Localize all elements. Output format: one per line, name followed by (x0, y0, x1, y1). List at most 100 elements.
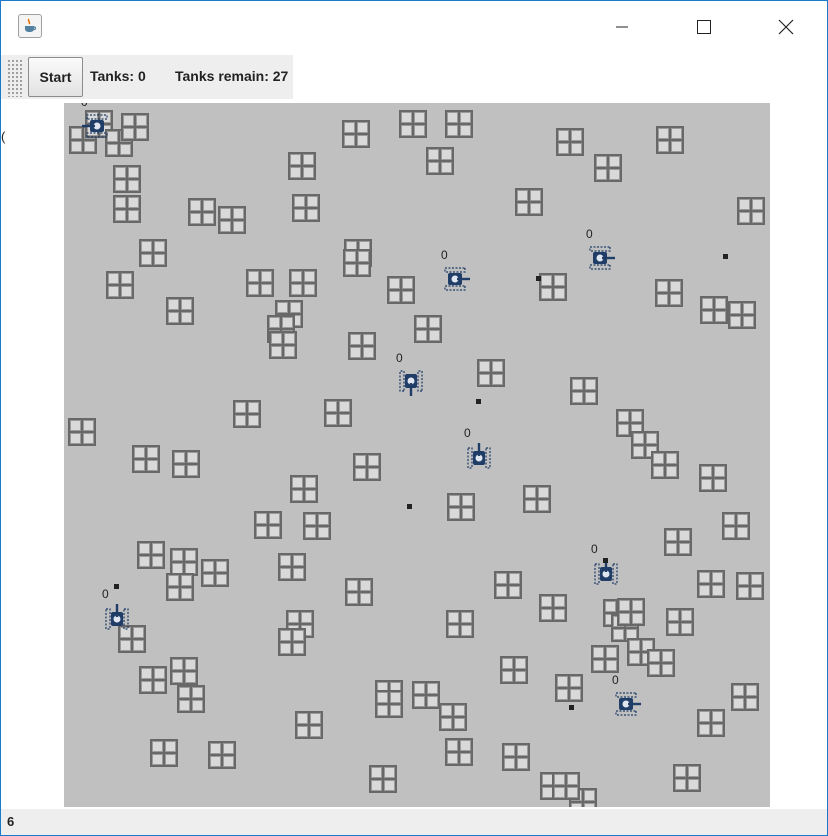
tank-score-label: 0 (586, 227, 593, 241)
tank-score-label: 0 (441, 248, 448, 262)
brick-wall-block (166, 573, 194, 601)
enemy-tank: 0 (464, 427, 494, 472)
enemy-tank: 0 (396, 352, 426, 397)
brick-wall-block (137, 541, 165, 569)
brick-wall-block (292, 194, 320, 222)
tank-score-label: 0 (591, 542, 598, 556)
brick-wall-block (673, 764, 701, 792)
tank-icon (615, 692, 641, 716)
tank-score-label: 0 (81, 103, 88, 108)
brick-wall-block (412, 681, 440, 709)
brick-wall-block (699, 464, 727, 492)
brick-wall-block (218, 206, 246, 234)
enemy-tank: 0 (612, 674, 642, 719)
brick-wall-block (617, 598, 645, 626)
brick-wall-block (439, 703, 467, 731)
brick-wall-block (375, 690, 403, 718)
brick-wall-block (697, 709, 725, 737)
brick-wall-block (447, 493, 475, 521)
enemy-tank: 0 (81, 103, 111, 141)
tank-icon (589, 246, 615, 270)
brick-wall-block (387, 276, 415, 304)
brick-wall-block (68, 418, 96, 446)
brick-wall-block (170, 548, 198, 576)
brick-wall-block (500, 656, 528, 684)
brick-wall-block (106, 271, 134, 299)
brick-wall-block (278, 553, 306, 581)
brick-wall-block (288, 152, 316, 180)
close-button[interactable] (763, 1, 809, 53)
brick-wall-block (150, 739, 178, 767)
brick-wall-block (121, 113, 149, 141)
enemy-tank: 0 (441, 249, 471, 294)
brick-wall-block (170, 657, 198, 685)
brick-wall-block (445, 110, 473, 138)
brick-wall-block (342, 120, 370, 148)
brick-wall-block (177, 685, 205, 713)
brick-wall-block (494, 571, 522, 599)
brick-wall-block (539, 594, 567, 622)
brick-wall-block (295, 711, 323, 739)
java-cup-icon[interactable] (18, 14, 42, 38)
brick-wall-block (555, 674, 583, 702)
brick-wall-block (722, 512, 750, 540)
left-edge-text: ( (1, 129, 6, 144)
brick-wall-block (139, 239, 167, 267)
tank-score-label: 0 (464, 426, 471, 440)
tank-icon (105, 604, 129, 630)
brick-wall-block (477, 359, 505, 387)
brick-wall-block (502, 743, 530, 771)
brick-wall-block (254, 511, 282, 539)
brick-wall-block (414, 315, 442, 343)
title-bar[interactable] (1, 1, 827, 53)
maximize-icon (697, 20, 711, 34)
bullet (569, 705, 574, 710)
toolbar-grip-handle[interactable] (7, 59, 23, 97)
minimize-icon (616, 26, 628, 28)
tank-score-label: 0 (612, 673, 619, 687)
brick-wall-block (656, 126, 684, 154)
brick-wall-block (345, 578, 373, 606)
brick-wall-block (113, 195, 141, 223)
maximize-button[interactable] (681, 1, 727, 53)
status-text: 6 (7, 814, 15, 829)
game-field[interactable]: 0 0 0 0 0 0 0 0 (64, 103, 770, 807)
tanks-count-label: Tanks: 0 (90, 68, 146, 84)
app-window: Start Tanks: 0 Tanks remain: 27 ( 000000… (0, 0, 828, 836)
brick-wall-block (324, 399, 352, 427)
brick-wall-block (666, 608, 694, 636)
brick-wall-block (289, 269, 317, 297)
tank-icon (467, 443, 491, 469)
enemy-tank: 0 (102, 588, 132, 633)
brick-wall-block (113, 165, 141, 193)
toolbar: Start Tanks: 0 Tanks remain: 27 (1, 55, 293, 99)
tank-icon (399, 370, 423, 396)
tank-score-label: 0 (102, 587, 109, 601)
brick-wall-block (278, 628, 306, 656)
brick-wall-block (737, 197, 765, 225)
tank-score-label: 0 (396, 351, 403, 365)
bullet (536, 276, 541, 281)
brick-wall-block (353, 453, 381, 481)
brick-wall-block (697, 570, 725, 598)
brick-wall-block (664, 528, 692, 556)
brick-wall-block (515, 188, 543, 216)
brick-wall-block (736, 572, 764, 600)
brick-wall-block (132, 445, 160, 473)
brick-wall-block (166, 297, 194, 325)
bullet (476, 399, 481, 404)
bullet (723, 254, 728, 259)
brick-wall-block (343, 249, 371, 277)
brick-wall-block (700, 296, 728, 324)
start-button[interactable]: Start (28, 57, 83, 97)
bullet (603, 558, 608, 563)
brick-wall-block (233, 400, 261, 428)
minimize-button[interactable] (599, 1, 645, 53)
bullet (114, 584, 119, 589)
bullet (407, 504, 412, 509)
brick-wall-block (655, 279, 683, 307)
tank-icon (82, 114, 108, 138)
tank-icon (444, 267, 470, 291)
brick-wall-block (647, 649, 675, 677)
brick-wall-block (594, 154, 622, 182)
